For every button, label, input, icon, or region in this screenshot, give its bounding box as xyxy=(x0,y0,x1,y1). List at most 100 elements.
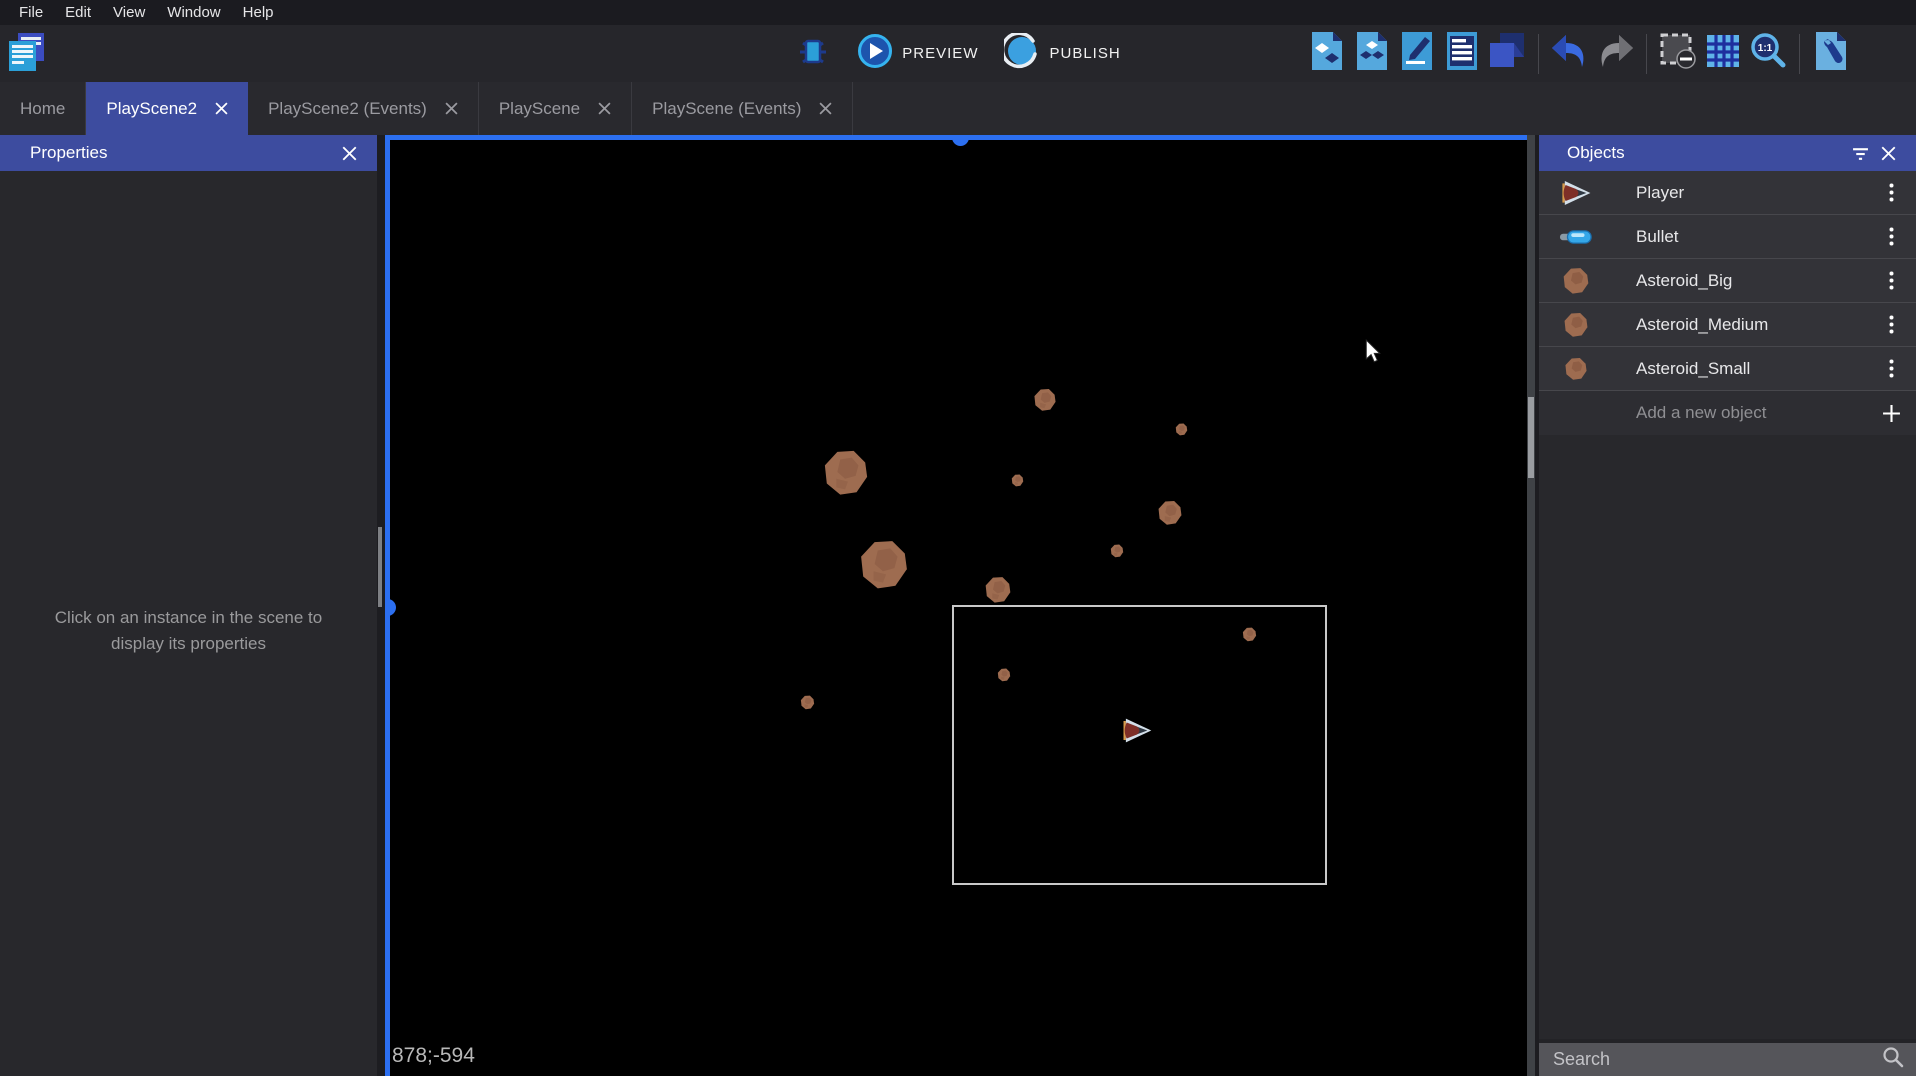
properties-panel-title: Properties xyxy=(30,143,107,163)
object-menu-icon[interactable] xyxy=(1878,175,1904,211)
open-properties-button[interactable] xyxy=(1398,33,1436,75)
asteroid-icon xyxy=(1559,354,1593,384)
scene-vertical-scroll-handle[interactable] xyxy=(385,599,396,616)
search-input[interactable] xyxy=(1553,1049,1882,1070)
object-row-asteroid-medium[interactable]: Asteroid_Medium xyxy=(1539,303,1916,347)
object-row-bullet[interactable]: Bullet xyxy=(1539,215,1916,259)
object-menu-icon[interactable] xyxy=(1878,307,1904,343)
objects-panel-title: Objects xyxy=(1567,143,1625,163)
scene-right-scrollbar-thumb[interactable] xyxy=(1528,397,1534,478)
open-instances-list-button[interactable] xyxy=(1443,33,1481,75)
filter-icon[interactable] xyxy=(1846,139,1874,167)
close-icon[interactable] xyxy=(598,102,611,115)
scene-instance-asteroid[interactable] xyxy=(1011,474,1024,487)
tab-playscene[interactable]: PlayScene xyxy=(479,82,632,135)
object-menu-icon[interactable] xyxy=(1878,219,1904,255)
object-groups-icon xyxy=(1356,31,1388,76)
objects-document-icon xyxy=(1311,31,1343,76)
close-icon[interactable] xyxy=(445,102,458,115)
preview-button[interactable]: PREVIEW xyxy=(857,33,978,74)
layers-icon xyxy=(1489,32,1525,75)
menu-item-file[interactable]: File xyxy=(8,0,54,25)
panel-divider xyxy=(377,135,385,1076)
open-object-groups-button[interactable] xyxy=(1353,33,1391,75)
object-name: Bullet xyxy=(1636,227,1878,247)
instances-list-icon xyxy=(1446,31,1478,76)
menu-item-edit[interactable]: Edit xyxy=(54,0,102,25)
open-layers-button[interactable] xyxy=(1488,33,1526,75)
toolbar-separator xyxy=(1799,34,1800,74)
tab-bar: Home PlayScene2 PlayScene2 (Events) Play… xyxy=(0,82,1916,135)
scene-settings-button[interactable] xyxy=(1812,33,1850,75)
object-row-asteroid-big[interactable]: Asteroid_Big xyxy=(1539,259,1916,303)
scene-right-scrollbar[interactable] xyxy=(1527,135,1535,1076)
undo-button[interactable] xyxy=(1551,33,1589,75)
publish-button[interactable]: PUBLISH xyxy=(1004,33,1120,74)
menu-item-view[interactable]: View xyxy=(102,0,156,25)
close-icon[interactable] xyxy=(819,102,832,115)
scene-instance-asteroid[interactable] xyxy=(1242,627,1257,642)
object-name: Asteroid_Medium xyxy=(1636,315,1878,335)
plus-icon[interactable] xyxy=(1878,395,1904,431)
objects-search-bar xyxy=(1539,1039,1916,1076)
asteroid-icon xyxy=(1559,310,1593,340)
game-window-border xyxy=(952,605,1327,885)
properties-pencil-icon xyxy=(1401,31,1433,76)
scene-instance-player[interactable] xyxy=(1121,717,1153,744)
properties-panel: Properties Click on an instance in the s… xyxy=(0,135,377,1076)
tab-label: Home xyxy=(20,99,65,119)
debugger-button[interactable] xyxy=(795,33,831,74)
scene-instance-asteroid[interactable] xyxy=(858,539,910,591)
undo-arrow-icon xyxy=(1550,33,1590,74)
object-menu-icon[interactable] xyxy=(1878,351,1904,387)
objects-panel: Objects Play xyxy=(1539,135,1916,1076)
debugger-bug-icon xyxy=(795,33,831,74)
scene-instance-asteroid[interactable] xyxy=(822,449,870,497)
zoom-original-button[interactable]: 1:1 xyxy=(1749,33,1787,75)
tab-label: PlayScene2 (Events) xyxy=(268,99,427,119)
menu-item-window[interactable]: Window xyxy=(156,0,231,25)
tab-label: PlayScene2 xyxy=(106,99,197,119)
svg-text:1:1: 1:1 xyxy=(1758,43,1773,54)
scene-left-scrollbar-thumb[interactable] xyxy=(378,527,382,607)
scene-instance-asteroid[interactable] xyxy=(1157,500,1183,526)
close-icon[interactable] xyxy=(215,102,228,115)
object-name: Player xyxy=(1636,183,1878,203)
tab-home[interactable]: Home xyxy=(0,82,86,135)
object-row-player[interactable]: Player xyxy=(1539,171,1916,215)
object-name: Asteroid_Big xyxy=(1636,271,1878,291)
scene-instance-asteroid[interactable] xyxy=(1033,388,1057,412)
toolbar-separator xyxy=(1538,34,1539,74)
tab-playscene2-events[interactable]: PlayScene2 (Events) xyxy=(248,82,479,135)
object-menu-icon[interactable] xyxy=(1878,263,1904,299)
open-objects-editor-button[interactable] xyxy=(1308,33,1346,75)
scene-instance-asteroid[interactable] xyxy=(984,576,1012,604)
publish-globe-icon xyxy=(1004,33,1040,74)
scene-horizontal-scroll-handle[interactable] xyxy=(952,135,969,146)
asteroid-icon xyxy=(1559,266,1593,296)
objects-panel-header: Objects xyxy=(1539,135,1916,171)
cursor-coordinates: 878;-594 xyxy=(392,1044,475,1068)
menu-item-help[interactable]: Help xyxy=(232,0,285,25)
add-object-label: Add a new object xyxy=(1636,403,1878,423)
scene-instance-asteroid[interactable] xyxy=(1110,544,1124,558)
delete-selection-button[interactable] xyxy=(1659,33,1697,75)
redo-button[interactable] xyxy=(1596,33,1634,75)
tab-playscene-events[interactable]: PlayScene (Events) xyxy=(632,82,853,135)
grid-icon xyxy=(1705,33,1741,74)
tab-playscene2[interactable]: PlayScene2 xyxy=(86,82,248,135)
scene-instance-asteroid[interactable] xyxy=(997,668,1011,682)
publish-label: PUBLISH xyxy=(1049,45,1120,62)
scene-instance-asteroid[interactable] xyxy=(1175,423,1188,436)
settings-wrench-icon xyxy=(1815,31,1847,76)
toolbar: PREVIEW PUBLISH xyxy=(0,25,1916,82)
close-icon[interactable] xyxy=(1874,139,1902,167)
selection-delete-icon xyxy=(1659,32,1697,75)
scene-canvas[interactable]: 878;-594 xyxy=(385,135,1527,1076)
toggle-grid-button[interactable] xyxy=(1704,33,1742,75)
close-icon[interactable] xyxy=(335,139,363,167)
object-row-asteroid-small[interactable]: Asteroid_Small xyxy=(1539,347,1916,391)
add-object-button[interactable]: Add a new object xyxy=(1539,391,1916,435)
redo-arrow-icon xyxy=(1595,33,1635,74)
scene-instance-asteroid[interactable] xyxy=(800,695,815,710)
